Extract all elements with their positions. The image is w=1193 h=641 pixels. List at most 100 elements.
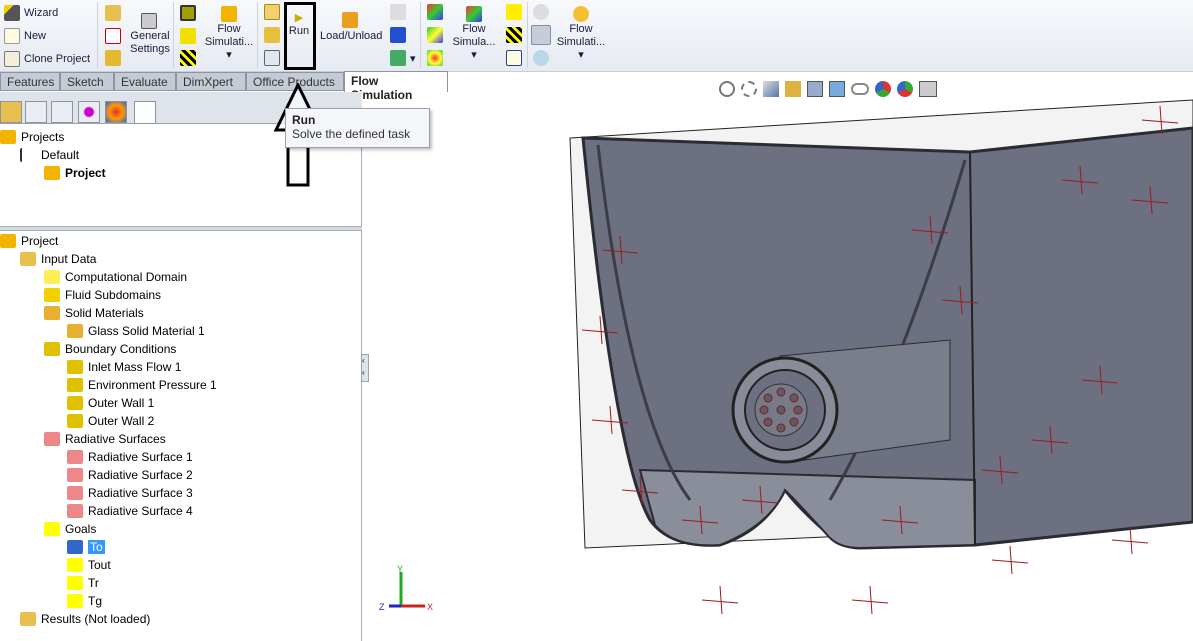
wizard-button[interactable]: Wizard xyxy=(24,7,58,20)
configuration-manager-tab[interactable] xyxy=(51,101,73,123)
tree-rs-item[interactable]: Radiative Surface 1 xyxy=(67,448,193,466)
cut-plot-icon[interactable] xyxy=(427,4,443,20)
mesh-icon[interactable] xyxy=(264,4,280,20)
zoom-to-fit-icon[interactable] xyxy=(719,81,735,97)
calendar-icon[interactable] xyxy=(105,28,121,44)
label: Radiative Surfaces xyxy=(65,432,166,446)
tree-glass-material[interactable]: Glass Solid Material 1 xyxy=(67,322,205,340)
tree-bc-item[interactable]: Inlet Mass Flow 1 xyxy=(67,358,181,376)
tree-project-root[interactable]: Project xyxy=(0,232,58,250)
nozzle-hole xyxy=(763,393,773,403)
tree-computational-domain[interactable]: Computational Domain xyxy=(44,268,187,286)
label: Results (Not loaded) xyxy=(41,612,151,626)
run-highlight-box xyxy=(284,2,316,70)
tree-goal-item[interactable]: Tout xyxy=(67,556,111,574)
tree-project[interactable]: Project xyxy=(44,164,106,182)
boundary-condition-icon[interactable] xyxy=(180,28,196,44)
panel-splitter[interactable] xyxy=(0,226,362,231)
tooltip-text: Solve the defined task xyxy=(292,127,411,141)
isosurface-icon[interactable] xyxy=(427,50,443,66)
flow-simulation-analysis-tab[interactable] xyxy=(134,101,156,124)
label: Radiative Surface 1 xyxy=(88,450,193,464)
general-settings-button[interactable]: General Settings xyxy=(130,30,170,56)
tab-dimxpert[interactable]: DimXpert xyxy=(176,72,246,91)
tab-flow-simulation[interactable]: Flow Simulation xyxy=(344,71,448,102)
tree-node-icon xyxy=(67,396,83,410)
tab-sketch[interactable]: Sketch xyxy=(60,72,114,91)
load-save-icon[interactable] xyxy=(390,50,406,66)
nozzle-hole xyxy=(789,417,799,427)
new-button[interactable]: New xyxy=(24,30,46,43)
graphics-area[interactable]: Y X Z xyxy=(363,81,1193,641)
arrow-mark xyxy=(701,599,739,604)
goals-icon[interactable] xyxy=(180,50,196,66)
dropdown-arrow[interactable]: ▾ xyxy=(410,53,416,66)
label: Environment Pressure 1 xyxy=(88,378,217,392)
tree-fluid-subdomains[interactable]: Fluid Subdomains xyxy=(44,286,161,304)
flow-simulation-dropdown-3[interactable]: Flow Simulati... ▾ xyxy=(554,23,608,62)
probe-icon[interactable] xyxy=(390,4,406,20)
tree-goal-item[interactable]: To xyxy=(67,538,105,556)
apply-scene-icon[interactable] xyxy=(897,81,913,97)
feature-manager-tab[interactable] xyxy=(0,101,22,123)
tree-bc-item[interactable]: Outer Wall 2 xyxy=(67,412,154,430)
component-control-icon[interactable] xyxy=(531,25,551,45)
clone-project-icon xyxy=(4,51,20,67)
project-icon[interactable] xyxy=(105,5,121,21)
tree-rs-item[interactable]: Radiative Surface 3 xyxy=(67,484,193,502)
load-unload-button[interactable]: Load/Unload xyxy=(320,30,382,43)
tree-results[interactable]: Results (Not loaded) xyxy=(20,610,150,628)
lightbulb-icon[interactable] xyxy=(533,4,549,20)
tree-node-icon xyxy=(67,414,83,428)
tree-bc-item[interactable]: Outer Wall 1 xyxy=(67,394,154,412)
dimxpert-manager-tab[interactable] xyxy=(78,101,100,123)
search-project-icon[interactable] xyxy=(105,50,121,66)
tree-node-icon xyxy=(44,342,60,356)
batch-run-icon[interactable] xyxy=(264,50,280,66)
view-orientation-icon[interactable] xyxy=(807,81,823,97)
goal-plot-icon[interactable] xyxy=(506,4,522,20)
surface-plot-icon[interactable] xyxy=(427,27,443,43)
report-icon[interactable] xyxy=(506,50,522,66)
tree-goals[interactable]: Goals xyxy=(44,520,96,538)
label: Simulati... xyxy=(556,36,606,48)
flow-simulation-dropdown-1[interactable]: Flow Simulati... ▾ xyxy=(204,23,254,62)
view-settings-icon[interactable] xyxy=(919,81,937,97)
computational-domain-icon[interactable] xyxy=(180,5,196,21)
nozzle-hole xyxy=(763,417,773,427)
material-icon[interactable] xyxy=(264,27,280,43)
display-style-icon[interactable] xyxy=(829,81,845,97)
property-manager-tab[interactable] xyxy=(25,101,47,123)
label: General xyxy=(130,30,170,42)
tree-default-config[interactable]: Default xyxy=(20,146,79,164)
tree-input-data[interactable]: Input Data xyxy=(20,250,96,268)
tree-solid-materials[interactable]: Solid Materials xyxy=(44,304,144,322)
parameters-icon[interactable] xyxy=(533,50,549,66)
tree-goal-item[interactable]: Tg xyxy=(67,592,102,610)
save-icon[interactable] xyxy=(390,27,406,43)
nozzle-hole xyxy=(776,387,786,397)
tree-projects[interactable]: Projects xyxy=(0,128,64,146)
tree-radiative-surfaces[interactable]: Radiative Surfaces xyxy=(44,430,166,448)
tree-bc-item[interactable]: Environment Pressure 1 xyxy=(67,376,217,394)
tree-node-icon xyxy=(20,252,36,266)
edit-appearance-icon[interactable] xyxy=(875,81,891,97)
previous-view-icon[interactable] xyxy=(763,81,779,97)
label: Settings xyxy=(130,43,170,55)
tree-rs-item[interactable]: Radiative Surface 2 xyxy=(67,466,193,484)
tree-boundary-conditions[interactable]: Boundary Conditions xyxy=(44,340,176,358)
flow-simulation-dropdown-2[interactable]: Flow Simula... ▾ xyxy=(448,23,500,62)
zoom-to-area-icon[interactable] xyxy=(741,81,757,97)
label: Flow xyxy=(217,23,241,35)
display-manager-tab[interactable] xyxy=(105,101,127,123)
tab-evaluate[interactable]: Evaluate xyxy=(114,72,176,91)
label: Simulati... xyxy=(204,36,254,48)
section-view-icon[interactable] xyxy=(785,81,801,97)
tree-goal-item[interactable]: Tr xyxy=(67,574,99,592)
excel-goals-icon[interactable] xyxy=(506,27,522,43)
tree-rs-item[interactable]: Radiative Surface 4 xyxy=(67,502,193,520)
tab-features[interactable]: Features xyxy=(0,72,60,91)
clone-project-button[interactable]: Clone Project xyxy=(24,53,90,66)
hide-show-items-icon[interactable] xyxy=(851,83,869,95)
tree-node-icon xyxy=(67,378,83,392)
